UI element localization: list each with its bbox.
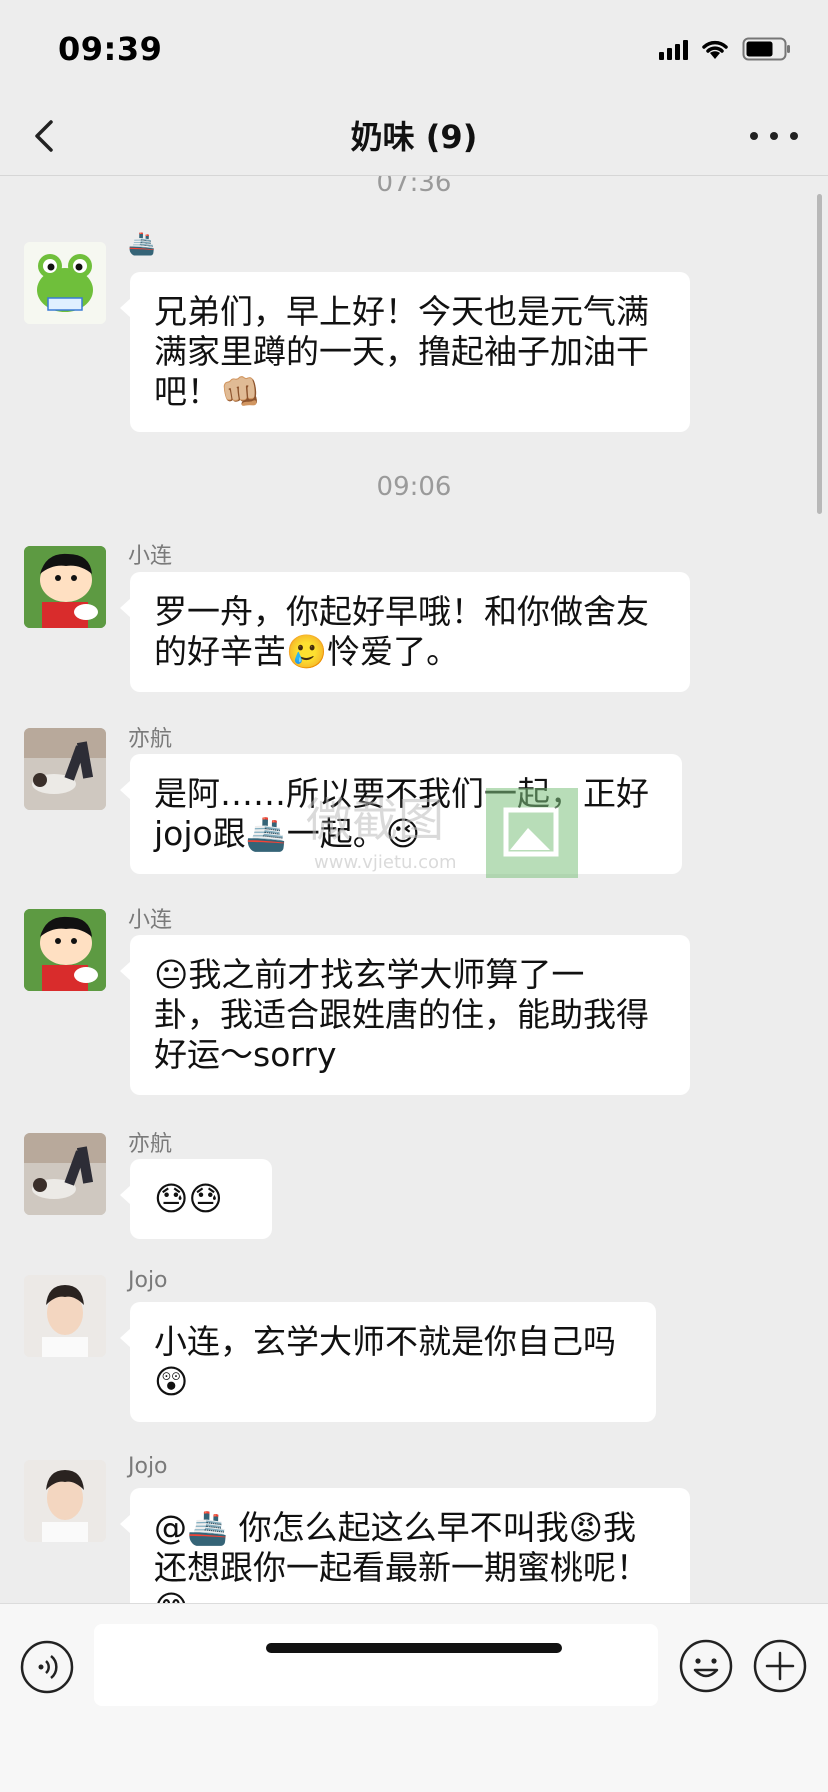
cartoon-boy-avatar-icon — [24, 546, 106, 628]
avatar-jojo[interactable] — [24, 1460, 106, 1542]
message-bubble[interactable]: 罗一舟，你起好早哦！和你做舍友 的好辛苦🥲怜爱了。 — [120, 572, 690, 692]
avatar-xiaolian[interactable] — [24, 546, 106, 628]
avatar-frog[interactable] — [24, 242, 106, 324]
sender-name: 亦航 — [128, 1132, 173, 1157]
chat-messages[interactable]: 07:36 🚢 兄弟们，早上好！今天也是元气满 满家里蹲的一天，撸起袖子加油干 … — [0, 176, 828, 1603]
status-time: 09:39 — [58, 30, 163, 68]
avatar-yihang[interactable] — [24, 728, 106, 810]
emoji-icon[interactable] — [678, 1638, 734, 1694]
cartoon-boy-avatar-icon — [24, 909, 106, 991]
input-bar — [0, 1603, 828, 1792]
chat-header: 奶味 (9) — [0, 96, 828, 176]
sender-name: 小连 — [128, 544, 173, 569]
sender-name: Jojo — [128, 1454, 168, 1479]
avatar-yihang[interactable] — [24, 1133, 106, 1215]
photo-avatar-icon — [24, 1133, 106, 1215]
wifi-icon — [702, 40, 728, 59]
message-input[interactable] — [94, 1624, 658, 1706]
message-bubble[interactable]: 😓😓 — [120, 1159, 272, 1239]
message-bubble[interactable]: 兄弟们，早上好！今天也是元气满 满家里蹲的一天，撸起袖子加油干 吧！👊🏼 — [120, 272, 690, 432]
message-text: 兄弟们，早上好！今天也是元气满 满家里蹲的一天，撸起袖子加油干 吧！👊🏼 — [154, 292, 649, 411]
message-bubble[interactable]: 😐我之前才找玄学大师算了一 卦，我适合跟姓唐的住，能助我得 好运～sorry — [120, 935, 690, 1095]
cellular-signal-icon — [659, 38, 688, 60]
message-text: 😐我之前才找玄学大师算了一 卦，我适合跟姓唐的住，能助我得 好运～sorry — [154, 955, 649, 1074]
scrollbar[interactable] — [817, 194, 822, 514]
sender-name: 小连 — [128, 908, 173, 933]
sender-name: 🚢 — [128, 232, 156, 257]
message-text: 小连，玄学大师不就是你自己吗 😲 — [154, 1322, 616, 1401]
avatar-jojo[interactable] — [24, 1275, 106, 1357]
message-text: @🚢 你怎么起这么早不叫我😡我 还想跟你一起看最新一期蜜桃呢！ 😊 — [154, 1508, 649, 1603]
sender-name: Jojo — [128, 1268, 168, 1293]
watermark-url: www.vjietu.com — [314, 852, 457, 873]
plus-icon[interactable] — [752, 1638, 808, 1694]
photo-avatar-icon — [24, 1460, 106, 1542]
voice-input-icon[interactable] — [20, 1640, 74, 1694]
photo-avatar-icon — [24, 728, 106, 810]
message-bubble[interactable]: 小连，玄学大师不就是你自己吗 😲 — [120, 1302, 656, 1422]
message-timestamp: 09:06 — [376, 472, 452, 502]
frog-avatar-icon — [24, 242, 106, 324]
photo-avatar-icon — [24, 1275, 106, 1357]
home-indicator[interactable] — [266, 1643, 562, 1653]
battery-icon — [742, 37, 790, 61]
status-icons — [659, 34, 792, 64]
status-bar: 09:39 — [0, 0, 828, 96]
message-timestamp: 07:36 — [376, 176, 452, 198]
chat-title: 奶味 (9) — [350, 118, 478, 156]
watermark-logo: 微截图 www.vjietu.com — [306, 788, 578, 878]
more-options-icon[interactable] — [750, 118, 798, 154]
message-bubble[interactable]: @🚢 你怎么起这么早不叫我😡我 还想跟你一起看最新一期蜜桃呢！ 😊 — [120, 1488, 690, 1603]
watermark-text: 微截图 — [306, 793, 444, 847]
avatar-xiaolian[interactable] — [24, 909, 106, 991]
message-text: 罗一舟，你起好早哦！和你做舍友 的好辛苦🥲怜爱了。 — [154, 592, 649, 671]
sender-name: 亦航 — [128, 727, 173, 752]
message-text: 😓😓 — [154, 1179, 223, 1218]
